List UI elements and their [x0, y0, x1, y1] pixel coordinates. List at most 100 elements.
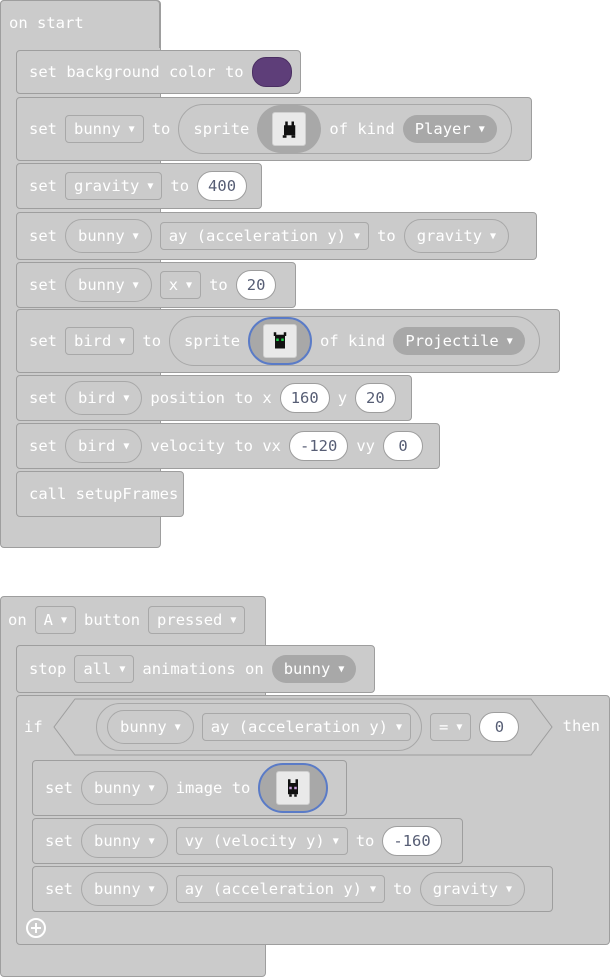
- property-reporter[interactable]: bunny ▼ ay (acceleration y) ▼: [96, 703, 423, 751]
- variable-reporter-bunny[interactable]: bunny ▼: [81, 872, 168, 906]
- which-label: all: [83, 660, 112, 678]
- variable-reporter-bunny[interactable]: bunny ▼: [271, 655, 357, 683]
- background-color-swatch[interactable]: [251, 57, 292, 87]
- chevron-down-icon: ▼: [123, 440, 130, 452]
- to-label: to: [377, 227, 396, 245]
- set-background-label: set background color to: [29, 63, 244, 81]
- variable-reporter-bunny[interactable]: bunny ▼: [81, 824, 168, 858]
- bird-sprite-icon: [263, 324, 298, 358]
- set-gravity-statement[interactable]: set gravity ▼ to 400: [16, 163, 262, 209]
- chevron-down-icon: ▼: [478, 123, 485, 135]
- chevron-down-icon: ▼: [490, 230, 497, 242]
- chevron-down-icon: ▼: [148, 883, 155, 895]
- to-label: to: [170, 177, 190, 195]
- variable-label: bunny: [120, 718, 167, 736]
- kind-label: Player: [414, 120, 471, 138]
- on-label: on: [8, 611, 27, 629]
- event-dropdown[interactable]: pressed ▼: [148, 606, 246, 634]
- sprite-reporter[interactable]: sprite of kind Player ▼: [178, 104, 512, 154]
- set-bunny-x-statement[interactable]: set bunny ▼ x ▼ to 20: [16, 262, 296, 308]
- bunny-image-icon: [276, 771, 311, 805]
- kind-dropdown-player[interactable]: Player ▼: [402, 115, 497, 143]
- on-start-label: on start: [9, 14, 84, 32]
- number-input-vy[interactable]: 0: [383, 431, 424, 461]
- number-input-x[interactable]: 20: [235, 270, 277, 300]
- set-bird-sprite-statement[interactable]: set bird ▼ to sprite of kind Projectile ▼: [16, 309, 560, 373]
- property-dropdown[interactable]: vy (velocity y) ▼: [175, 827, 348, 855]
- set-label: set: [29, 120, 57, 138]
- chevron-down-icon: ▼: [61, 614, 68, 626]
- chevron-down-icon: ▼: [332, 835, 339, 847]
- set-label: set: [29, 276, 57, 294]
- chevron-down-icon: ▼: [148, 835, 155, 847]
- sprite-label: sprite: [193, 120, 250, 138]
- on-button-pressed-hat[interactable]: on A ▼ button pressed ▼: [4, 602, 249, 638]
- operator-label: =: [439, 718, 449, 736]
- variable-reporter-gravity[interactable]: gravity ▼: [419, 872, 526, 906]
- sprite-image-picker[interactable]: [257, 105, 322, 153]
- operator-dropdown[interactable]: = ▼: [430, 713, 472, 741]
- property-label: ay (acceleration y): [168, 227, 347, 245]
- set-bunny-sprite-statement[interactable]: set bunny ▼ to sprite of kind Player ▼: [16, 97, 532, 161]
- number-input-compare[interactable]: 0: [479, 712, 520, 742]
- property-dropdown-x[interactable]: x ▼: [159, 271, 202, 299]
- to-label: to: [209, 276, 228, 294]
- variable-reporter-bunny[interactable]: bunny ▼: [107, 710, 194, 744]
- set-bunny-ay-statement[interactable]: set bunny ▼ ay (acceleration y) ▼ to gravi…: [16, 212, 537, 260]
- comparison-expression[interactable]: bunny ▼ ay (acceleration y) ▼ = ▼ 0: [92, 703, 523, 751]
- set-bunny-vy-statement[interactable]: set bunny ▼ vy (velocity y) ▼ to -160: [32, 818, 463, 864]
- variable-reporter-bunny[interactable]: bunny ▼: [81, 771, 168, 805]
- chevron-down-icon: ▼: [396, 721, 403, 733]
- variable-label: gravity: [432, 880, 499, 898]
- number-input-vy[interactable]: -160: [382, 826, 442, 856]
- set-bunny-ay-statement[interactable]: set bunny ▼ ay (acceleration y) ▼ to gravi…: [32, 866, 553, 912]
- variable-dropdown-bird[interactable]: bird ▼: [65, 327, 135, 355]
- kind-label: Projectile: [405, 332, 499, 350]
- button-name-label: A: [43, 611, 54, 629]
- variable-label: bunny: [78, 227, 125, 245]
- stop-which-dropdown[interactable]: all ▼: [74, 655, 135, 683]
- set-label: set: [29, 177, 57, 195]
- chevron-down-icon: ▼: [354, 230, 361, 242]
- variable-reporter-bird[interactable]: bird ▼: [65, 429, 143, 463]
- variable-label: bunny: [283, 660, 331, 678]
- set-bunny-image-statement[interactable]: set bunny ▼ image to: [32, 760, 347, 816]
- number-input-gravity[interactable]: 400: [197, 171, 248, 201]
- set-label: set: [45, 779, 73, 797]
- property-label: vy (velocity y): [184, 832, 325, 850]
- stop-label: stop: [29, 660, 67, 678]
- button-dropdown[interactable]: A ▼: [34, 606, 77, 634]
- chevron-down-icon: ▼: [174, 721, 181, 733]
- variable-reporter-bunny[interactable]: bunny ▼: [65, 268, 152, 302]
- set-bird-position-statement[interactable]: set bird ▼ position to x 160 y 20: [16, 375, 412, 421]
- on-start-hat[interactable]: on start: [0, 0, 160, 48]
- vy-label: vy: [356, 437, 376, 455]
- set-label: set: [45, 880, 73, 898]
- set-bird-velocity-statement[interactable]: set bird ▼ velocity to vx -120 vy 0: [16, 423, 440, 469]
- kind-dropdown-projectile[interactable]: Projectile ▼: [393, 327, 525, 355]
- number-input-vx[interactable]: -120: [289, 431, 349, 461]
- bunny-sprite-icon: [272, 112, 307, 146]
- property-dropdown[interactable]: ay (acceleration y) ▼: [159, 222, 370, 250]
- to-label: to: [151, 120, 171, 138]
- plus-circle-icon[interactable]: [25, 917, 47, 939]
- image-picker[interactable]: [258, 763, 329, 813]
- sprite-image-picker[interactable]: [248, 317, 313, 365]
- variable-reporter-bunny[interactable]: bunny ▼: [65, 219, 152, 253]
- number-input-x[interactable]: 160: [279, 383, 330, 413]
- variable-reporter-bird[interactable]: bird ▼: [65, 381, 143, 415]
- variable-dropdown-bunny[interactable]: bunny ▼: [65, 115, 144, 143]
- set-label: set: [29, 227, 57, 245]
- number-input-y[interactable]: 20: [355, 383, 396, 413]
- variable-dropdown-gravity[interactable]: gravity ▼: [65, 172, 163, 200]
- set-background-color-statement[interactable]: set background color to: [16, 50, 301, 94]
- property-dropdown[interactable]: ay (acceleration y) ▼: [201, 713, 412, 741]
- sprite-reporter[interactable]: sprite of kind Projectile ▼: [169, 316, 540, 366]
- property-label: ay (acceleration y): [184, 880, 363, 898]
- chevron-down-icon: ▼: [128, 123, 135, 135]
- call-setup-frames-statement[interactable]: call setupFrames: [16, 471, 184, 517]
- variable-reporter-gravity[interactable]: gravity ▼: [403, 219, 510, 253]
- property-dropdown[interactable]: ay (acceleration y) ▼: [175, 875, 386, 903]
- chevron-down-icon: ▼: [119, 663, 126, 675]
- stop-animations-statement[interactable]: stop all ▼ animations on bunny ▼: [16, 645, 375, 693]
